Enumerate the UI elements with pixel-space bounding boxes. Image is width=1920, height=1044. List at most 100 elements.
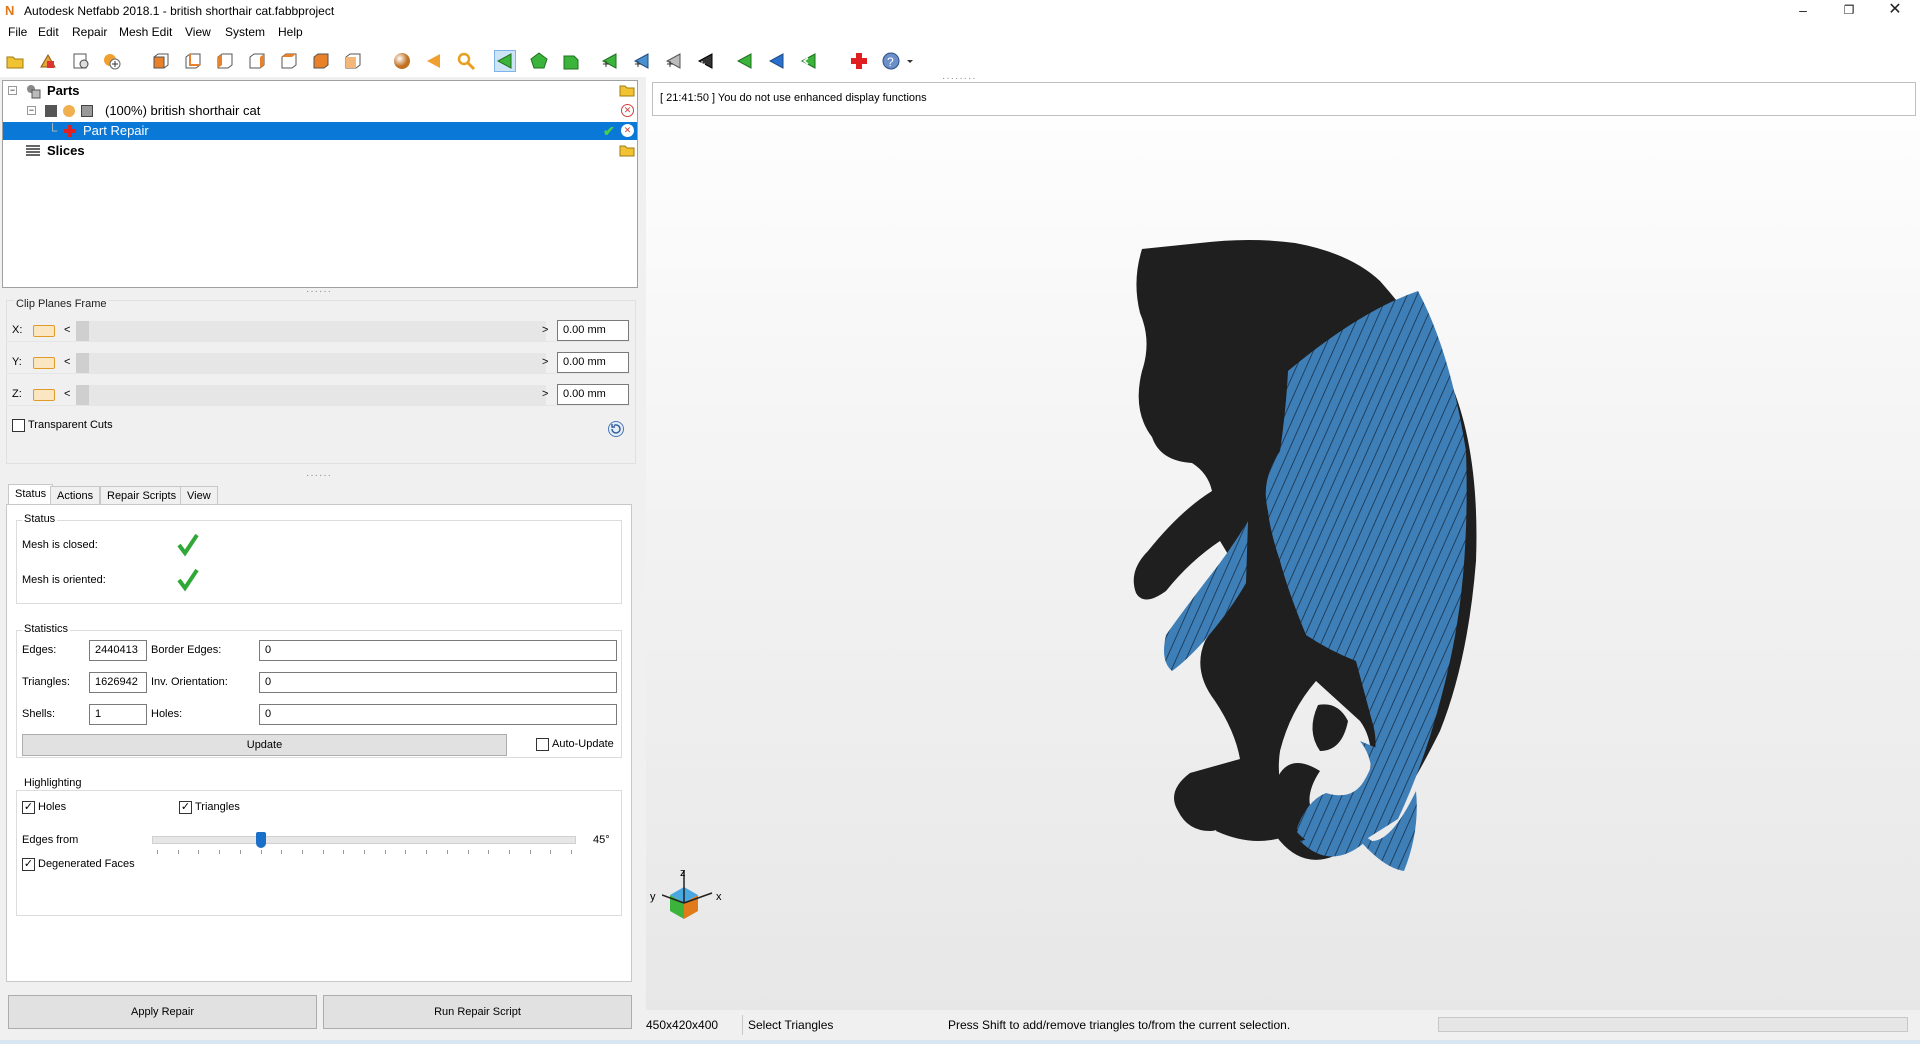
menu-system[interactable]: System	[225, 25, 265, 39]
shells-value: 1	[89, 704, 147, 725]
parts-folder-icon[interactable]	[619, 83, 635, 102]
bottom-edge	[0, 1040, 1920, 1044]
select-green-icon[interactable]	[734, 50, 756, 72]
mark-triangles-icon[interactable]	[599, 50, 621, 72]
status-build-size: 450x420x400	[646, 1018, 719, 1032]
slices-folder-icon[interactable]	[619, 143, 635, 162]
clip-z-decrease[interactable]: <	[64, 388, 70, 400]
edges-angle-thumb[interactable]	[256, 832, 266, 848]
view-iso-icon[interactable]	[342, 50, 364, 72]
menu-help[interactable]: Help	[278, 25, 303, 39]
run-repair-script-button[interactable]: Run Repair Script	[323, 995, 632, 1029]
clip-x-increase[interactable]: >	[542, 324, 548, 336]
remove-part-icon[interactable]: ✕	[621, 104, 634, 117]
clip-y-decrease[interactable]: <	[64, 356, 70, 368]
tree-slices-label: Slices	[47, 143, 85, 158]
zoom-icon[interactable]	[455, 50, 477, 72]
view-right-icon[interactable]	[246, 50, 268, 72]
status-mode: Select Triangles	[748, 1018, 834, 1032]
clip-y-slider[interactable]	[76, 353, 546, 373]
edges-label: Edges:	[22, 644, 57, 656]
clip-x-toggle-icon[interactable]	[33, 325, 55, 337]
netfabb-logo-icon: N	[5, 3, 15, 18]
3d-viewport[interactable]: ········ z y x	[646, 73, 1920, 1010]
tree-row-part[interactable]: − (100%) british shorthair cat ✕	[3, 102, 637, 120]
menu-edit[interactable]: Edit	[38, 25, 59, 39]
part-tools-icon[interactable]	[70, 50, 92, 72]
help-dropdown-icon[interactable]: ?	[880, 50, 916, 72]
select-surface-icon[interactable]	[528, 50, 550, 72]
clip-z-thumb[interactable]	[76, 385, 89, 405]
tab-status[interactable]: Status	[8, 484, 54, 506]
view-back-icon[interactable]	[182, 50, 204, 72]
tab-view[interactable]: View	[180, 486, 218, 506]
edges-angle-slider[interactable]	[152, 832, 576, 848]
auto-update-checkbox[interactable]	[536, 738, 549, 751]
tab-actions[interactable]: Actions	[50, 486, 101, 506]
holes-checkbox[interactable]: ✓	[22, 801, 35, 814]
slider-tick	[219, 850, 221, 854]
apply-check-icon[interactable]: ✔	[603, 122, 615, 140]
view-top-icon[interactable]	[278, 50, 300, 72]
slider-tick	[488, 850, 490, 854]
tree-row-repair[interactable]: └ Part Repair ✔ ✕	[3, 122, 637, 140]
select-blue-icon[interactable]	[766, 50, 788, 72]
mark-all-icon[interactable]	[695, 50, 717, 72]
collapse-icon[interactable]: −	[27, 106, 36, 115]
triangles-checkbox[interactable]: ✓	[179, 801, 192, 814]
tree-row-parts[interactable]: − Parts	[3, 82, 637, 100]
clip-y-thumb[interactable]	[76, 353, 89, 373]
add-item-icon[interactable]	[101, 50, 123, 72]
tab-repair-scripts[interactable]: Repair Scripts	[100, 486, 184, 506]
transparent-cuts-checkbox[interactable]	[12, 419, 25, 432]
degenerated-faces-checkbox[interactable]: ✓	[22, 858, 35, 871]
mark-edges-icon[interactable]	[631, 50, 653, 72]
invert-selection-icon[interactable]	[798, 50, 820, 72]
menu-file[interactable]: File	[8, 25, 27, 39]
add-part-icon[interactable]	[37, 50, 59, 72]
cancel-repair-icon[interactable]: ✕	[621, 124, 634, 137]
clip-x-thumb[interactable]	[76, 321, 89, 341]
clip-y-toggle-icon[interactable]	[33, 357, 55, 369]
clip-z-value[interactable]: 0.00 mm	[557, 384, 629, 405]
shaded-sphere-icon[interactable]	[391, 50, 413, 72]
cat-mesh-model[interactable]	[1120, 231, 1556, 991]
clip-x-value[interactable]: 0.00 mm	[557, 320, 629, 341]
view-front-icon[interactable]	[150, 50, 172, 72]
clip-z-increase[interactable]: >	[542, 388, 548, 400]
menu-repair[interactable]: Repair	[72, 25, 107, 39]
axis-y-label: y	[650, 891, 656, 903]
tree-row-slices[interactable]: Slices	[3, 142, 637, 160]
collapse-icon[interactable]: −	[8, 86, 17, 95]
pan-left-icon[interactable]	[423, 50, 445, 72]
open-project-icon[interactable]	[4, 50, 26, 72]
reset-clip-icon[interactable]	[607, 420, 625, 441]
update-button[interactable]: Update	[22, 734, 507, 756]
clip-y-increase[interactable]: >	[542, 356, 548, 368]
repair-cross-icon[interactable]	[848, 50, 870, 72]
close-icon[interactable]: ✕	[1872, 0, 1918, 22]
splitter-grip[interactable]: ······	[306, 470, 332, 481]
visibility-icon[interactable]	[63, 105, 75, 117]
select-shell-icon[interactable]	[560, 50, 582, 72]
vertical-splitter[interactable]	[640, 77, 646, 1042]
clip-z-slider[interactable]	[76, 385, 546, 405]
slider-tick	[529, 850, 531, 854]
view-bottom-icon[interactable]	[310, 50, 332, 72]
mark-shell-icon[interactable]	[663, 50, 685, 72]
minimize-icon[interactable]: –	[1780, 0, 1826, 22]
splitter-grip[interactable]: ······	[306, 286, 332, 297]
clip-x-decrease[interactable]: <	[64, 324, 70, 336]
clip-z-toggle-icon[interactable]	[33, 389, 55, 401]
slider-tick	[322, 850, 324, 854]
clip-y-value[interactable]: 0.00 mm	[557, 352, 629, 373]
select-triangles-icon[interactable]	[494, 50, 516, 72]
view-left-icon[interactable]	[214, 50, 236, 72]
clip-planes-title: Clip Planes Frame	[14, 298, 109, 310]
menu-mesh-edit[interactable]: Mesh Edit	[119, 25, 172, 39]
restore-icon[interactable]: ❐	[1826, 0, 1872, 22]
clip-x-slider[interactable]	[76, 321, 546, 341]
apply-repair-button[interactable]: Apply Repair	[8, 995, 317, 1029]
menu-view[interactable]: View	[185, 25, 211, 39]
clip-z-label: Z:	[12, 388, 22, 400]
